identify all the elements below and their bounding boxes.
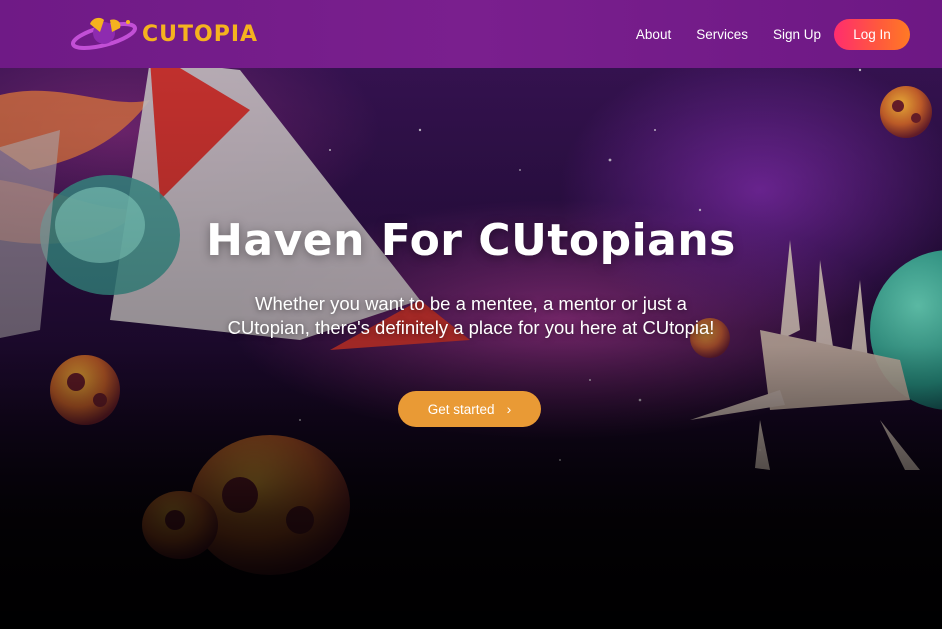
nav-link-about[interactable]: About: [636, 27, 671, 42]
ringed-planet-logo-icon: [71, 17, 137, 51]
brand-name: CUTOPIA: [142, 21, 259, 47]
nav-links: About Services Sign Up Log In: [611, 19, 910, 50]
hero-subtitle: Whether you want to be a mentee, a mento…: [227, 293, 715, 338]
brand-link[interactable]: CUTOPIA: [70, 14, 258, 54]
login-button[interactable]: Log In: [834, 19, 910, 50]
chevron-right-icon: ›: [506, 401, 512, 417]
get-started-button[interactable]: Get started ›: [398, 391, 541, 427]
get-started-label: Get started: [427, 401, 495, 417]
nav-link-sign-up[interactable]: Sign Up: [773, 27, 821, 42]
nav-link-services[interactable]: Services: [696, 27, 748, 42]
top-navbar: CUTOPIA About Services Sign Up Log In: [0, 0, 942, 68]
hero-title: Haven For CUtopians: [206, 215, 736, 266]
